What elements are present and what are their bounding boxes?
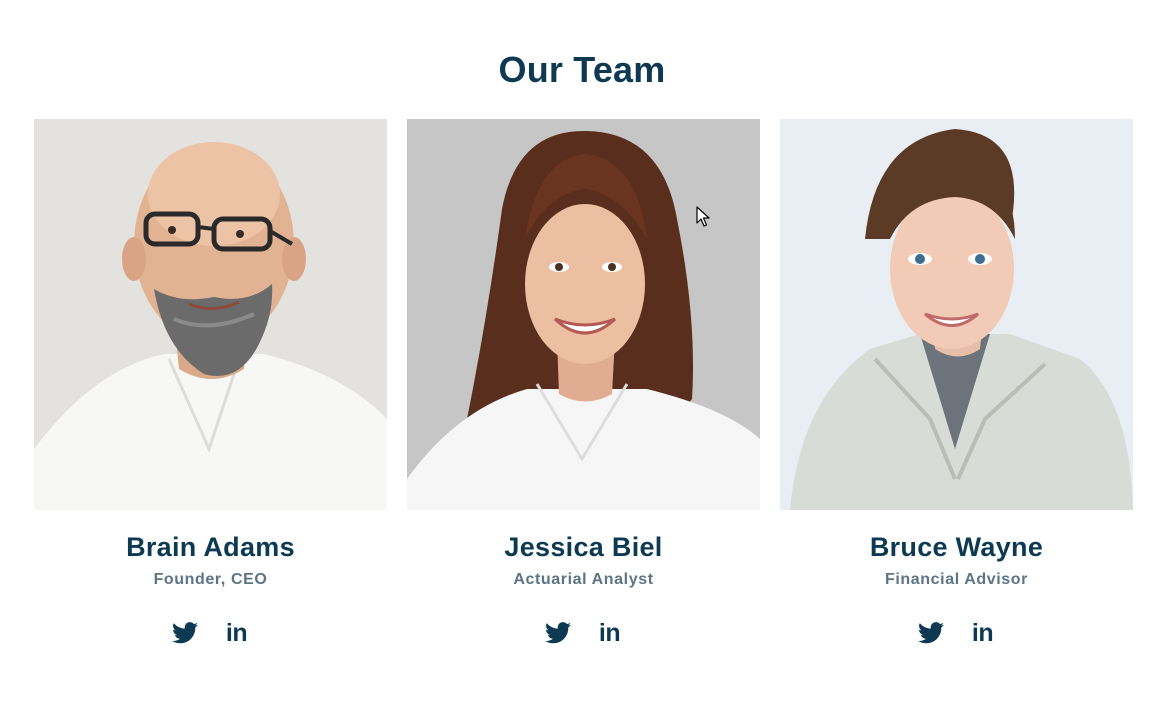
twitter-icon bbox=[171, 622, 198, 644]
social-links: in bbox=[407, 617, 760, 649]
twitter-icon bbox=[544, 622, 571, 644]
member-photo bbox=[34, 119, 387, 510]
twitter-icon bbox=[917, 622, 944, 644]
linkedin-icon: in bbox=[598, 619, 621, 647]
social-links: in bbox=[780, 617, 1133, 649]
linkedin-icon: in bbox=[225, 619, 248, 647]
twitter-link[interactable] bbox=[544, 620, 571, 646]
member-name: Bruce Wayne bbox=[869, 532, 1044, 562]
team-member-card: Bruce Wayne Financial Advisor in bbox=[780, 119, 1133, 679]
member-photo bbox=[407, 119, 760, 510]
linkedin-link[interactable]: in bbox=[224, 620, 250, 646]
team-member-card: Brain Adams Founder, CEO in bbox=[34, 119, 387, 679]
linkedin-link[interactable]: in bbox=[597, 620, 623, 646]
twitter-link[interactable] bbox=[171, 620, 198, 646]
portrait-woman-brown-hair-icon bbox=[407, 119, 760, 510]
member-role: Actuarial Analyst bbox=[513, 571, 654, 588]
social-links: in bbox=[34, 617, 387, 649]
portrait-bald-man-glasses-icon bbox=[34, 119, 387, 510]
portrait-woman-updo-icon bbox=[780, 119, 1133, 510]
member-photo bbox=[780, 119, 1133, 510]
team-member-card: Jessica Biel Actuarial Analyst in bbox=[407, 119, 760, 679]
linkedin-icon: in bbox=[971, 619, 994, 647]
section-title: Our Team bbox=[498, 49, 666, 90]
member-role: Founder, CEO bbox=[153, 571, 268, 588]
linkedin-link[interactable]: in bbox=[970, 620, 996, 646]
member-name: Jessica Biel bbox=[504, 532, 663, 562]
twitter-link[interactable] bbox=[917, 620, 944, 646]
member-role: Financial Advisor bbox=[885, 571, 1028, 588]
member-name: Brain Adams bbox=[126, 532, 295, 562]
